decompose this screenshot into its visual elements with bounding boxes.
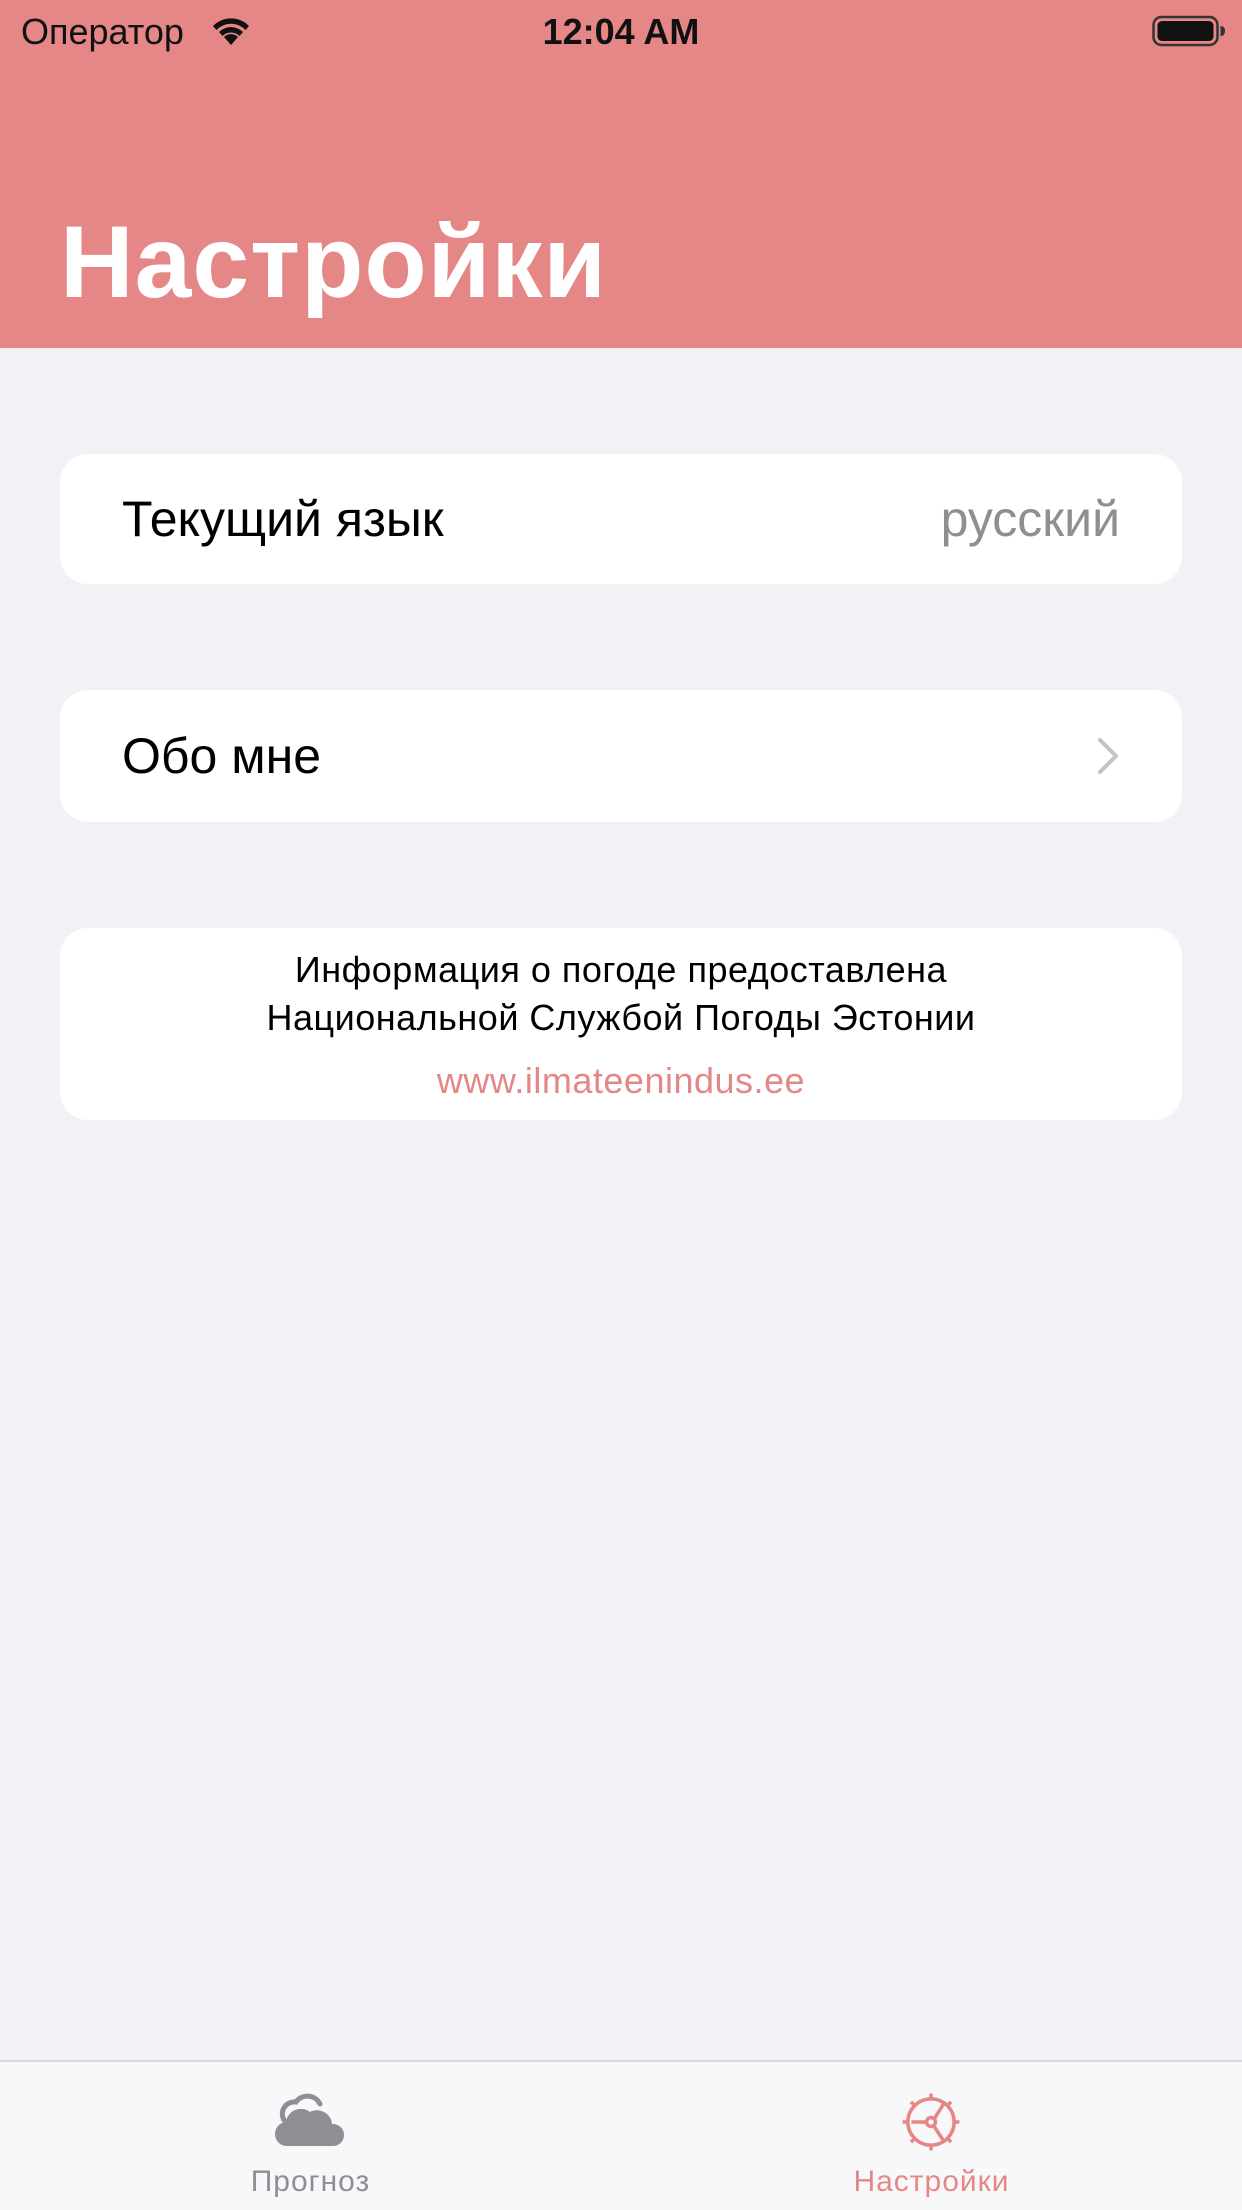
chevron-right-icon xyxy=(1098,738,1118,774)
tab-label-settings: Настройки xyxy=(853,2165,1010,2198)
about-row[interactable]: Обо мне xyxy=(60,690,1182,822)
about-label: Обо мне xyxy=(122,728,322,784)
weather-service-link[interactable]: www.ilmateenindus.ee xyxy=(60,1059,1182,1103)
tab-forecast[interactable]: Прогноз xyxy=(0,2062,621,2210)
settings-gear-icon xyxy=(902,2093,960,2151)
info-line-2: Национальной Службой Погоды Эстонии xyxy=(266,997,976,1038)
language-label: Текущий язык xyxy=(122,491,444,547)
status-bar: Оператор 12:04 AM xyxy=(0,0,1242,60)
cloud-icon xyxy=(274,2093,345,2147)
tab-bar: Прогноз Настройки xyxy=(0,2060,1242,2210)
tab-label-forecast: Прогноз xyxy=(250,2165,371,2198)
language-value: русский xyxy=(940,491,1120,547)
navigation-header: Оператор 12:04 AM Настройки xyxy=(0,0,1242,348)
tab-settings[interactable]: Настройки xyxy=(621,2062,1242,2210)
info-card: Информация о погоде предоставлена Национ… xyxy=(60,928,1182,1120)
battery-icon xyxy=(1152,15,1225,47)
page-title: Настройки xyxy=(60,205,608,319)
status-time: 12:04 AM xyxy=(542,11,700,52)
language-row[interactable]: Текущий язык русский xyxy=(60,454,1182,584)
info-line-1: Информация о погоде предоставлена xyxy=(294,949,948,990)
